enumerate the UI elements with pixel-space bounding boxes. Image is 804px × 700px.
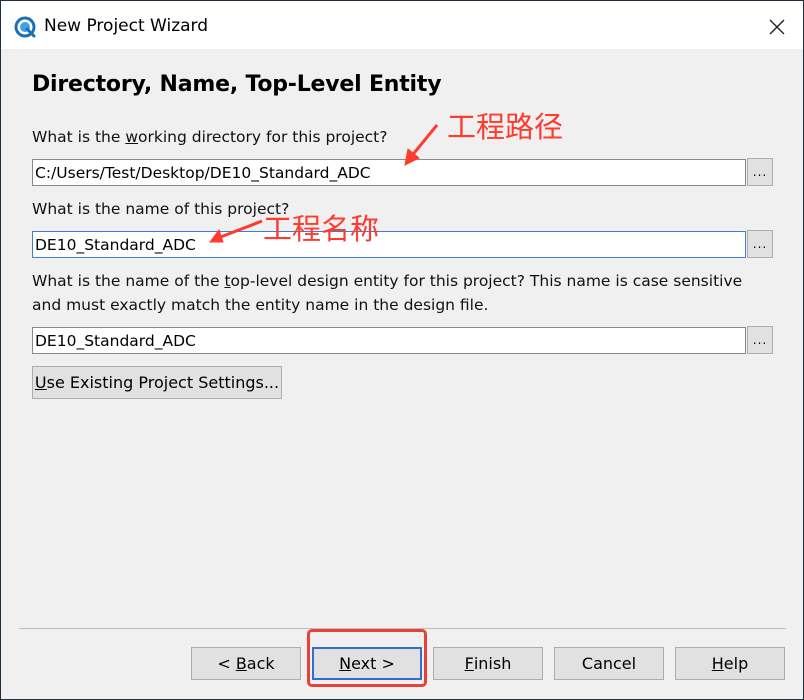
path-annotation-arrow [404,124,439,166]
wizard-window: New Project Wizard Directory, Name, Top-… [0,0,804,700]
annotation-arrows [209,124,439,243]
name-annotation-arrow [209,219,263,243]
